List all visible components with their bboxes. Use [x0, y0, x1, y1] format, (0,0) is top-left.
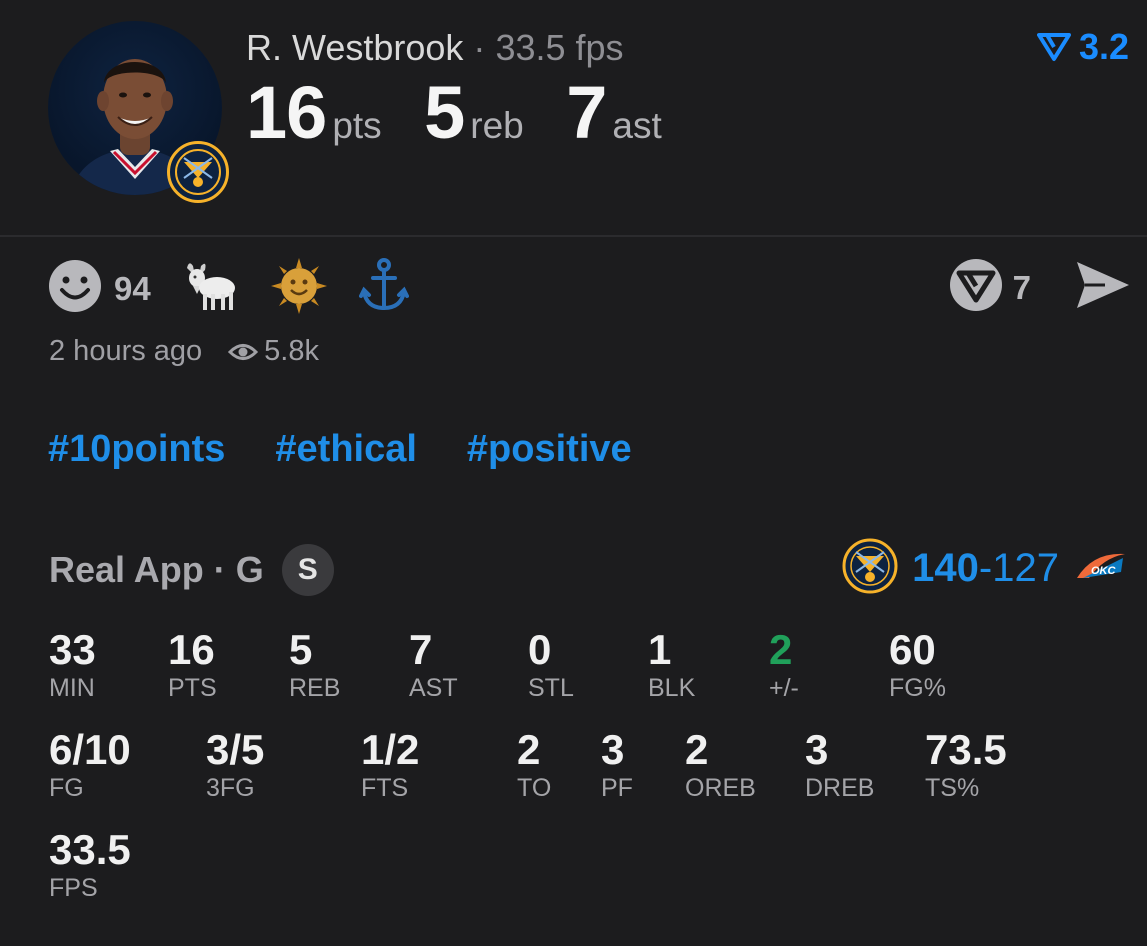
stat-fg: 6/10 FG [49, 726, 131, 802]
rating-vote-icon [1036, 33, 1071, 61]
separator: · [213, 549, 226, 590]
views-count: 5.8k [264, 335, 319, 367]
okc-logo-icon: OKC [1073, 548, 1129, 589]
views: 5.8k [228, 335, 319, 368]
stat-value: 1 [648, 626, 672, 673]
stat-value: 2 [769, 626, 793, 673]
stat-pts: 16 PTS [168, 626, 217, 702]
smiley-icon[interactable] [48, 259, 102, 318]
game-source: Real App · G S [49, 544, 334, 596]
headline-pts-value: 16 [246, 71, 327, 154]
headline-reb-unit: reb [470, 105, 524, 146]
stat-pf: 3 PF [601, 726, 633, 802]
stat-label: 3FG [206, 774, 255, 802]
stat-label: FTS [361, 774, 409, 802]
stat-value: 3 [601, 726, 625, 773]
rating-value: 3.2 [1078, 26, 1129, 67]
stat-value: 3/5 [206, 726, 265, 773]
stat-value: 7 [409, 626, 433, 673]
player-position: G [235, 549, 264, 590]
stat-label: BLK [648, 674, 696, 702]
hashtag[interactable]: #10points [48, 428, 225, 471]
source-name: Real App [49, 549, 204, 590]
stat-plus-minus: 2 +/- [769, 626, 799, 702]
stat-label: FG% [889, 674, 946, 702]
reactions-row: 94 [48, 258, 409, 319]
stat-label: REB [289, 674, 341, 702]
post-time: 2 hours ago [49, 335, 203, 367]
hashtags: #10points #ethical #positive [48, 428, 632, 471]
smiley-count: 94 [114, 269, 151, 307]
score-home: 140 [912, 546, 979, 590]
eye-icon [228, 343, 259, 360]
game-score[interactable]: 140-127 OKC [842, 538, 1129, 599]
stat-dreb: 3 DREB [805, 726, 874, 802]
stat-label: +/- [769, 674, 799, 702]
score-text: 140-127 [912, 546, 1059, 591]
stat-value: 3 [805, 726, 829, 773]
stat-label: AST [409, 674, 458, 702]
starter-badge: S [281, 544, 334, 596]
stat-label: MIN [49, 674, 95, 702]
stat-to: 2 TO [517, 726, 551, 802]
separator: · [473, 27, 486, 68]
stat-label: OREB [685, 774, 756, 802]
headline-stats: 16 pts 5 reb 7 ast [246, 70, 700, 155]
score-separator: - [978, 546, 993, 590]
vote-circle-icon[interactable] [949, 258, 1003, 317]
hashtag[interactable]: #ethical [275, 428, 417, 471]
hashtag[interactable]: #positive [467, 428, 632, 471]
stat-label: DREB [805, 774, 875, 802]
stat-oreb: 2 OREB [685, 726, 756, 802]
post-meta: 2 hours ago 5.8k [49, 335, 319, 368]
sun-icon[interactable] [270, 258, 327, 319]
stat-label: STL [528, 674, 574, 702]
stat-value: 0 [528, 626, 552, 673]
stat-value: 2 [517, 726, 541, 773]
headline-pts-unit: pts [332, 105, 382, 146]
nuggets-logo-icon [167, 141, 229, 203]
nuggets-logo-icon [842, 538, 898, 599]
stat-ast: 7 AST [409, 626, 458, 702]
stat-label: TS% [925, 774, 980, 802]
goat-icon[interactable] [183, 258, 239, 319]
stat-min: 33 MIN [49, 626, 96, 702]
right-actions: 7 [949, 258, 1131, 317]
stat-value: 1/2 [361, 726, 420, 773]
stat-3fg: 3/5 3FG [206, 726, 264, 802]
stat-label: PF [601, 774, 633, 802]
player-name[interactable]: R. Westbrook [246, 27, 463, 68]
svg-text:OKC: OKC [1091, 565, 1117, 577]
stat-value: 16 [168, 626, 215, 673]
share-send-icon[interactable] [1075, 260, 1131, 315]
stat-fts: 1/2 FTS [361, 726, 419, 802]
score-away: 127 [992, 546, 1059, 590]
headline-ast-unit: ast [612, 105, 662, 146]
stat-fg-pct: 60 FG% [889, 626, 946, 702]
headline-ast-value: 7 [566, 71, 607, 154]
stat-value: 5 [289, 626, 313, 673]
player-fps: 33.5 fps [495, 27, 624, 68]
anchor-icon[interactable] [358, 258, 409, 319]
vote-count: 7 [1012, 268, 1031, 306]
headline-reb-value: 5 [424, 71, 465, 154]
divider [0, 235, 1147, 237]
stat-value: 33 [49, 626, 96, 673]
stat-ts-pct: 73.5 TS% [925, 726, 1007, 802]
stat-value: 2 [685, 726, 709, 773]
player-title: R. Westbrook · 33.5 fps [246, 27, 624, 69]
stat-label: TO [517, 774, 552, 802]
stat-label: FPS [49, 874, 98, 902]
stat-value: 73.5 [925, 726, 1007, 773]
stat-reb: 5 REB [289, 626, 340, 702]
stat-value: 60 [889, 626, 936, 673]
rating-badge[interactable]: 3.2 [1036, 26, 1129, 68]
stat-label: PTS [168, 674, 217, 702]
stat-value: 33.5 [49, 826, 131, 873]
stat-stl: 0 STL [528, 626, 574, 702]
stat-blk: 1 BLK [648, 626, 695, 702]
stat-value: 6/10 [49, 726, 131, 773]
stat-label: FG [49, 774, 84, 802]
stat-fps: 33.5 FPS [49, 826, 131, 902]
